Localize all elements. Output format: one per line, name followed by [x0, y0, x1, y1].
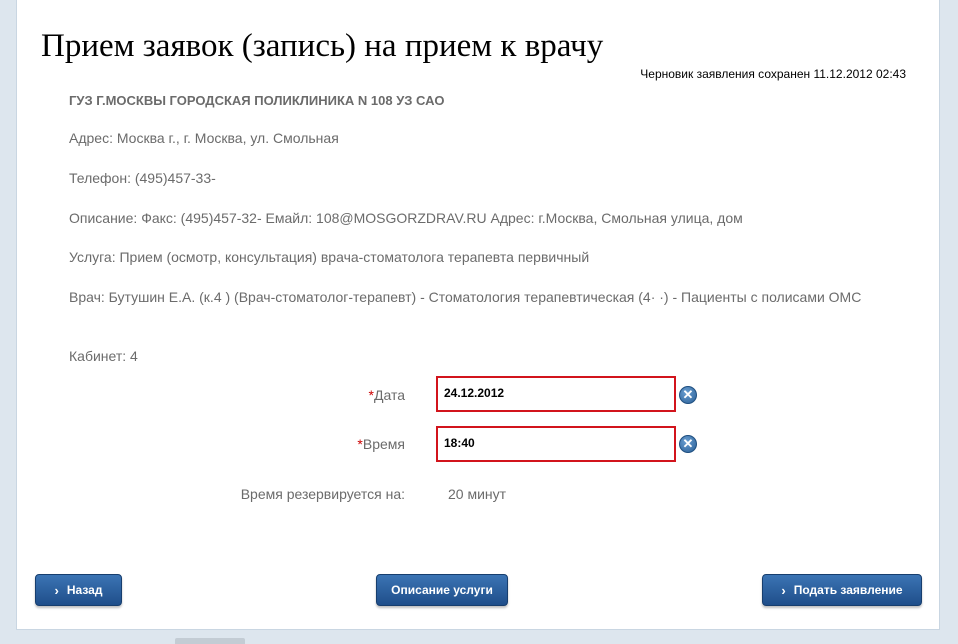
date-input[interactable] [444, 386, 664, 400]
chevron-right-icon: › [781, 582, 786, 598]
clinic-phone: Телефон: (495)457-33- [69, 170, 216, 186]
clinic-address: Адрес: Москва г., г. Москва, ул. Смольна… [69, 130, 339, 146]
date-label: *Дата [205, 387, 405, 403]
draft-saved-note: Черновик заявления сохранен 11.12.2012 0… [640, 67, 906, 81]
time-field[interactable] [436, 426, 676, 462]
submit-application-button[interactable]: › Подать заявление [762, 574, 922, 606]
chevron-right-icon: › [54, 582, 59, 598]
doctor-info: Врач: Бутушин Е.А. (к.4 ) (Врач-стоматол… [69, 289, 862, 305]
date-field[interactable] [436, 376, 676, 412]
cabinet-info: Кабинет: 4 [69, 348, 138, 364]
clear-date-icon[interactable]: ✕ [679, 386, 697, 404]
bottom-strip [0, 630, 958, 644]
date-label-text: Дата [373, 387, 405, 403]
clinic-name: ГУЗ Г.МОСКВЫ ГОРОДСКАЯ ПОЛИКЛИНИКА N 108… [69, 93, 445, 108]
service-info: Услуга: Прием (осмотр, консультация) вра… [69, 249, 590, 265]
page-title: Прием заявок (запись) на прием к врачу [41, 28, 604, 64]
time-input[interactable] [444, 436, 664, 450]
submit-button-label: Подать заявление [793, 583, 903, 597]
time-label-text: Время [362, 436, 405, 452]
clinic-description: Описание: Факс: (495)457-32- Емайл: 108@… [69, 210, 743, 226]
time-label: *Время [205, 436, 405, 452]
reserve-label: Время резервируется на: [240, 486, 405, 502]
reserve-value: 20 минут [448, 486, 507, 502]
service-description-label: Описание услуги [391, 583, 493, 597]
back-button[interactable]: › Назад [35, 574, 122, 606]
back-button-label: Назад [66, 583, 103, 597]
bottom-tab [175, 638, 245, 644]
service-description-button[interactable]: Описание услуги [376, 574, 508, 606]
clear-time-icon[interactable]: ✕ [679, 435, 697, 453]
